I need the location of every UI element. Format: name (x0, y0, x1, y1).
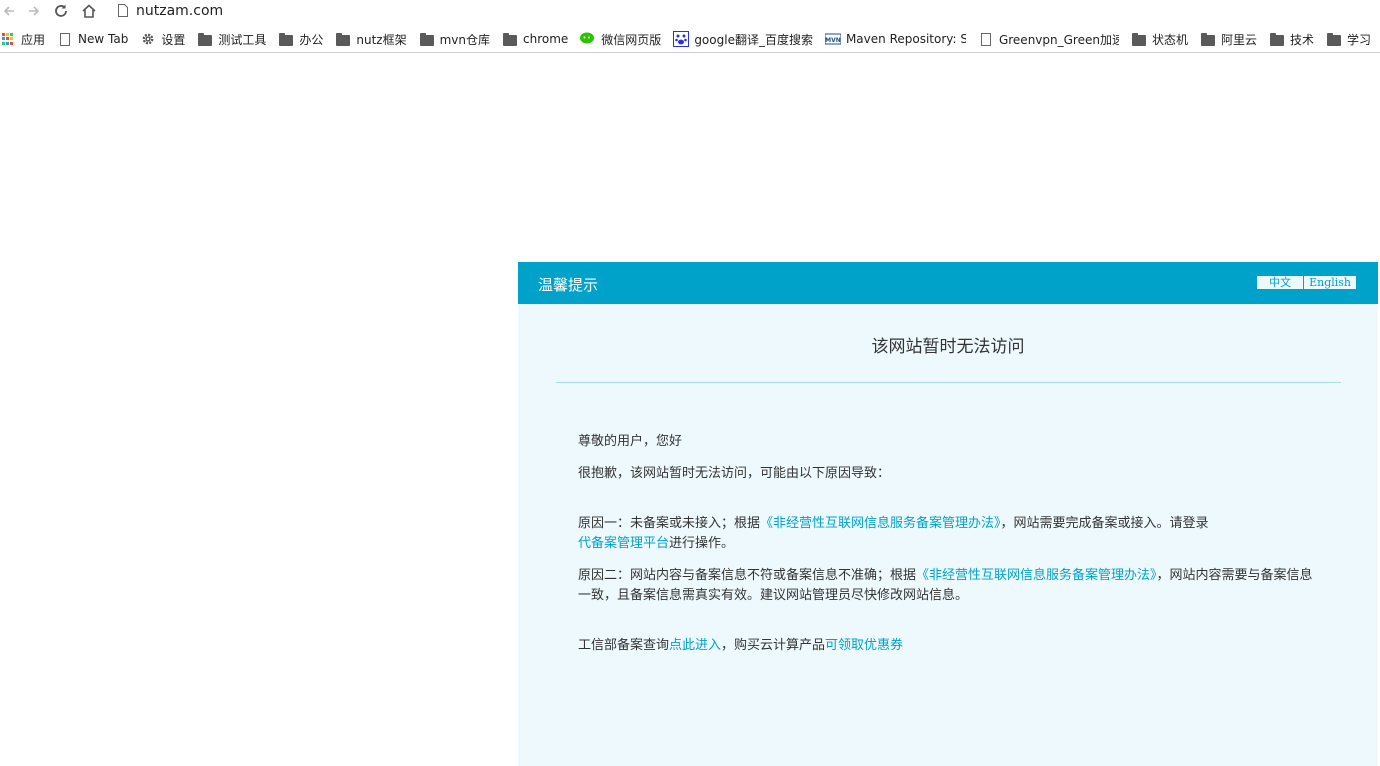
folder-icon (419, 31, 435, 47)
folder-icon (335, 31, 351, 47)
language-switch: 中文 English (1257, 276, 1356, 289)
reason-two-prefix: 原因二：网站内容与备案信息不符或备案信息不准确；根据 (578, 568, 917, 583)
bookmark-apps[interactable]: 应用 (0, 28, 45, 50)
regulation-link[interactable]: 《非经营性互联网信息服务备案管理办法》 (760, 516, 1001, 531)
footer-middle: ，购买云计算产品 (721, 638, 826, 653)
bookmark-folder-aliyun[interactable]: 阿里云 (1200, 28, 1257, 50)
coupon-link[interactable]: 可领取优惠券 (825, 638, 903, 653)
bookmark-label: 状态机 (1151, 32, 1188, 47)
folder-icon (1200, 31, 1216, 47)
browser-toolbar: nutzam.com (0, 0, 1380, 24)
bookmark-label: 微信网页版 (601, 32, 662, 47)
home-icon[interactable] (80, 2, 98, 20)
reason-one-suffix: 进行操作。 (669, 536, 735, 551)
wechat-icon (580, 31, 596, 47)
regulation-link-2[interactable]: 《非经营性互联网信息服务备案管理办法》 (916, 568, 1157, 583)
divider (556, 382, 1341, 383)
intro-text: 很抱歉，该网站暂时无法访问，可能由以下原因导致： (578, 466, 891, 481)
bookmark-label: 测试工具 (218, 32, 267, 47)
bookmark-label: 办公 (299, 32, 324, 47)
bookmark-folder-nutz[interactable]: nutz框架 (335, 28, 407, 50)
bookmark-label: New Tab (78, 32, 129, 46)
bookmark-settings[interactable]: 设置 (140, 28, 185, 50)
bookmark-label: 设置 (161, 32, 186, 47)
page-icon (978, 31, 994, 47)
notice-panel: 温馨提示 中文 English 该网站暂时无法访问 尊敬的用户，您好 很抱歉，该… (518, 262, 1378, 766)
bookmark-folder-test-tools[interactable]: 测试工具 (197, 28, 266, 50)
bookmark-folder-study[interactable]: 学习 (1326, 28, 1371, 50)
baidu-paw-icon (673, 31, 690, 47)
forward-arrow-icon[interactable] (25, 2, 43, 20)
mvn-icon: MVN (824, 31, 841, 47)
page-icon (118, 2, 128, 21)
greeting-text: 尊敬的用户，您好 (578, 434, 683, 449)
url-text[interactable]: nutzam.com (136, 3, 223, 19)
folder-icon (1326, 31, 1342, 47)
back-arrow-icon[interactable] (0, 2, 18, 20)
svg-text:MVN: MVN (825, 37, 841, 44)
reload-icon[interactable] (52, 2, 70, 20)
bookmark-folder-tech[interactable]: 技术 (1269, 28, 1314, 50)
bookmark-label: 阿里云 (1220, 32, 1257, 47)
bookmark-folder-mvn[interactable]: mvn仓库 (419, 28, 490, 50)
bookmark-label: nutz框架 (356, 32, 407, 47)
bookmark-label: 技术 (1289, 32, 1314, 47)
bookmark-label: 应用 (21, 32, 46, 47)
folder-icon (1131, 31, 1147, 47)
bookmark-label: 学习 (1347, 32, 1372, 47)
folder-icon (1269, 31, 1285, 47)
bookmark-label: google翻译_百度搜索 (694, 32, 813, 47)
bookmark-label: Maven Repository: S (845, 32, 966, 46)
bookmark-maven-repository[interactable]: MVN Maven Repository: S (824, 28, 966, 50)
bookmark-label: chrome (523, 32, 569, 46)
reason-one: 原因一：未备案或未接入；根据《非经营性互联网信息服务备案管理办法》，网站需要完成… (578, 514, 1318, 554)
bookmark-label: mvn仓库 (439, 32, 490, 47)
notice-header: 温馨提示 中文 English (518, 262, 1378, 304)
bookmark-folder-office[interactable]: 办公 (278, 28, 323, 50)
folder-icon (502, 31, 518, 47)
notice-heading: 该网站暂时无法访问 (871, 337, 1025, 357)
bookmark-greenvpn[interactable]: Greenvpn_Green加速 (978, 28, 1119, 50)
apps-grid-icon (0, 31, 16, 47)
page-icon (57, 31, 73, 47)
folder-icon (278, 31, 294, 47)
bookmark-label: Greenvpn_Green加速 (998, 32, 1119, 47)
gear-icon (140, 31, 156, 47)
bookmark-folder-chrome[interactable]: chrome (502, 28, 568, 50)
lang-en-button[interactable]: English (1304, 276, 1356, 289)
bookmark-folder-state-machine[interactable]: 状态机 (1131, 28, 1188, 50)
filing-platform-link[interactable]: 代备案管理平台 (578, 536, 669, 551)
footer-line: 工信部备案查询点此进入，购买云计算产品可领取优惠券 (578, 636, 1318, 656)
reason-two: 原因二：网站内容与备案信息不符或备案信息不准确；根据《非经营性互联网信息服务备案… (578, 566, 1313, 606)
footer-prefix: 工信部备案查询 (578, 638, 670, 653)
reason-one-prefix: 原因一：未备案或未接入；根据 (578, 516, 761, 531)
folder-icon (197, 31, 213, 47)
lang-zh-button[interactable]: 中文 (1257, 276, 1303, 289)
reason-one-middle: ，网站需要完成备案或接入。请登录 (1000, 516, 1209, 531)
miit-query-link[interactable]: 点此进入 (669, 638, 721, 653)
address-bar[interactable]: nutzam.com (110, 0, 1380, 22)
bookmark-google-translate[interactable]: google翻译_百度搜索 (673, 28, 813, 50)
bookmark-wechat[interactable]: 微信网页版 (580, 28, 661, 50)
bookmarks-bar: 应用 New Tab 设置 测试工具 办公 nutz框架 mvn仓库 chrom… (0, 26, 1380, 53)
notice-header-title: 温馨提示 (538, 276, 599, 294)
bookmark-new-tab[interactable]: New Tab (57, 28, 128, 50)
